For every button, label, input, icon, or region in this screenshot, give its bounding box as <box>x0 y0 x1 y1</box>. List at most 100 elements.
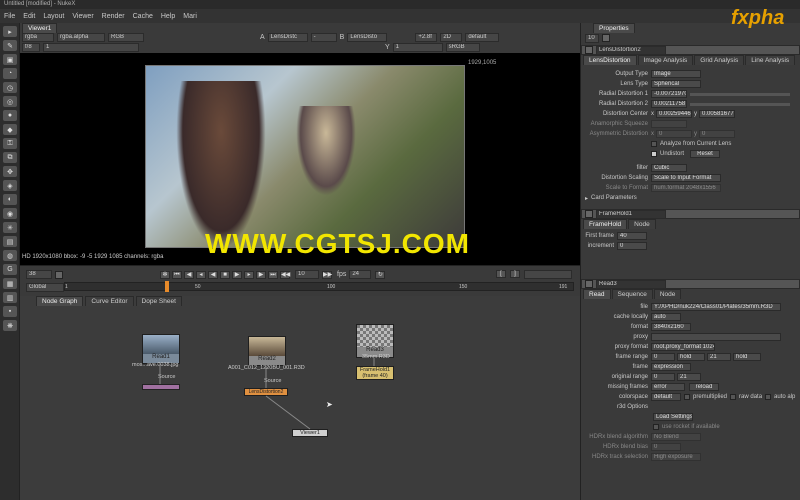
scaling-dropdown[interactable]: Scale to Input Format <box>651 174 721 182</box>
read2-node[interactable]: Read2 <box>248 336 286 366</box>
original-range-end[interactable]: 21 <box>677 373 701 381</box>
rd1-slider[interactable] <box>690 92 790 96</box>
format-dropdown[interactable]: 3840x2160 <box>651 323 691 331</box>
hdrx-algo-dropdown[interactable]: No Blend <box>651 433 701 441</box>
tab-line-analysis[interactable]: Line Analysis <box>745 55 796 65</box>
rd2-field[interactable]: 0.00211758 <box>651 100 687 108</box>
frame-mode-dropdown[interactable]: expression <box>651 363 691 371</box>
frame-range-end[interactable]: 21 <box>707 353 731 361</box>
tab-viewer1[interactable]: Viewer1 <box>22 23 58 33</box>
metadata-tool-icon[interactable]: ◉ <box>3 208 17 219</box>
gain-dropdown[interactable]: +2.8f <box>415 33 438 42</box>
prev-frame-icon[interactable]: ◂ <box>196 270 206 279</box>
merge-tool-icon[interactable]: ⧉ <box>3 152 17 163</box>
reset-button[interactable]: Reset <box>690 150 721 158</box>
tab-framehold-node[interactable]: Node <box>628 219 656 229</box>
lens-distortion-node[interactable]: LensDistortion2 <box>244 388 288 396</box>
gamma-field[interactable]: 1 <box>392 43 443 52</box>
colorspace-dropdown[interactable]: RGB <box>108 33 144 42</box>
tab-dope-sheet[interactable]: Dope Sheet <box>135 296 182 306</box>
lens-node-name[interactable]: LensDistortion2 <box>596 45 666 55</box>
paint-tool-icon[interactable]: ✎ <box>3 40 17 51</box>
tab-framehold[interactable]: FrameHold <box>583 219 628 229</box>
first-frame-icon[interactable]: ⏮ <box>172 270 182 279</box>
lut-dropdown[interactable]: default <box>465 33 500 42</box>
cache-dropdown[interactable]: auto <box>651 313 681 321</box>
tab-grid-analysis[interactable]: Grid Analysis <box>694 55 745 65</box>
dc-x-field[interactable]: 0.00259446 <box>656 110 692 118</box>
view-mode-dropdown[interactable]: 2D <box>440 33 463 42</box>
fstop-dropdown[interactable]: f/8 <box>22 43 40 52</box>
anamorphic-field[interactable] <box>651 120 687 128</box>
original-range-start[interactable]: 0 <box>651 373 675 381</box>
read1-lens-node[interactable] <box>142 384 180 390</box>
card-parameters-label[interactable]: Card Parameters <box>591 195 637 201</box>
gizmo-g-icon[interactable]: G <box>3 264 17 275</box>
menu-help[interactable]: Help <box>161 13 175 20</box>
last-frame-icon[interactable]: ⏭ <box>268 270 278 279</box>
read3-node-name[interactable]: Read3 <box>596 279 666 289</box>
viewer1-node[interactable]: Viewer1 <box>292 429 328 437</box>
max-panels-field[interactable]: 10 <box>585 33 599 43</box>
current-frame-field[interactable]: 38 <box>26 270 52 279</box>
clear-panels-icon[interactable] <box>602 34 610 42</box>
loop-icon[interactable]: ↻ <box>375 270 386 279</box>
framehold-node[interactable]: FrameHold1 (frame 40) <box>356 366 394 380</box>
channels-dropdown[interactable]: rgba <box>22 33 54 42</box>
menu-mari[interactable]: Mari <box>183 13 197 20</box>
tab-lensdistortion[interactable]: LensDistortion <box>583 55 637 65</box>
rocket-checkbox[interactable] <box>653 424 659 430</box>
play-back-icon[interactable]: ◀ <box>208 270 218 279</box>
premult-checkbox[interactable] <box>684 394 690 400</box>
pixelfudger-icon[interactable]: ▪ <box>3 306 17 317</box>
display-lut-dropdown[interactable]: sRGB <box>445 43 480 52</box>
tab-properties[interactable]: Properties <box>593 23 635 33</box>
load-settings-button[interactable]: Load Settings <box>653 413 693 421</box>
reload-button[interactable]: reload <box>689 383 719 391</box>
gain-field[interactable]: 1 <box>43 43 139 52</box>
menu-edit[interactable]: Edit <box>23 13 35 20</box>
alpha-dropdown[interactable]: rgba.alpha <box>57 33 105 42</box>
first-frame-field[interactable]: 40 <box>617 232 647 240</box>
hdrx-track-dropdown[interactable]: High exposure <box>651 453 701 461</box>
menu-layout[interactable]: Layout <box>43 13 64 20</box>
menu-file[interactable]: File <box>4 13 15 20</box>
menu-viewer[interactable]: Viewer <box>72 13 93 20</box>
hdrx-bias-field[interactable]: 0 <box>651 443 681 451</box>
select-tool-icon[interactable]: ▸ <box>3 26 17 37</box>
collapse-icon[interactable] <box>585 280 593 288</box>
next-key-icon[interactable]: ▶ <box>256 270 266 279</box>
play-icon[interactable]: ▶ <box>232 270 242 279</box>
proxy-field[interactable] <box>651 333 781 341</box>
transform-tool-icon[interactable]: ✥ <box>3 166 17 177</box>
tab-read-node[interactable]: Node <box>653 289 682 299</box>
in-point-icon[interactable]: [ <box>496 270 506 278</box>
prev-key-icon[interactable]: ◀ <box>184 270 194 279</box>
scope-dropdown[interactable]: Global <box>26 283 64 292</box>
frame-range-mode[interactable]: hold <box>677 353 705 361</box>
colorspace-dropdown[interactable]: default <box>651 393 681 401</box>
framehold-node-name[interactable]: FrameHold1 <box>596 209 666 219</box>
out-point-icon[interactable]: ] <box>510 270 520 278</box>
rd2-slider[interactable] <box>690 102 790 106</box>
filter-tool-icon[interactable]: ◆ <box>3 124 17 135</box>
toolsets-icon[interactable]: ▤ <box>3 236 17 247</box>
filter-dropdown[interactable]: Cubic <box>651 164 687 172</box>
missing-frames-dropdown[interactable]: error <box>651 383 685 391</box>
frame-range-start[interactable]: 0 <box>651 353 675 361</box>
proxy-format-dropdown[interactable]: root.proxy_format 1024x778 <box>651 343 715 351</box>
color-tool-icon[interactable]: ● <box>3 110 17 121</box>
raw-checkbox[interactable] <box>730 394 737 400</box>
tab-curve-editor[interactable]: Curve Editor <box>85 296 134 306</box>
image-tool-icon[interactable]: ▣ <box>3 54 17 65</box>
views-tool-icon[interactable]: ◐ <box>3 194 17 205</box>
playhead[interactable] <box>165 281 169 292</box>
auto-alpha-checkbox[interactable] <box>765 394 772 400</box>
tab-node-graph[interactable]: Node Graph <box>36 296 84 306</box>
nukex-icon[interactable]: ❋ <box>3 320 17 331</box>
menu-render[interactable]: Render <box>102 13 125 20</box>
analyze-checkbox[interactable] <box>651 141 657 147</box>
card-expand-icon[interactable]: ▸ <box>585 195 588 202</box>
draw-tool-icon[interactable]: ◔ <box>3 68 17 79</box>
rd1-field[interactable]: -0.00721970 <box>651 90 687 98</box>
